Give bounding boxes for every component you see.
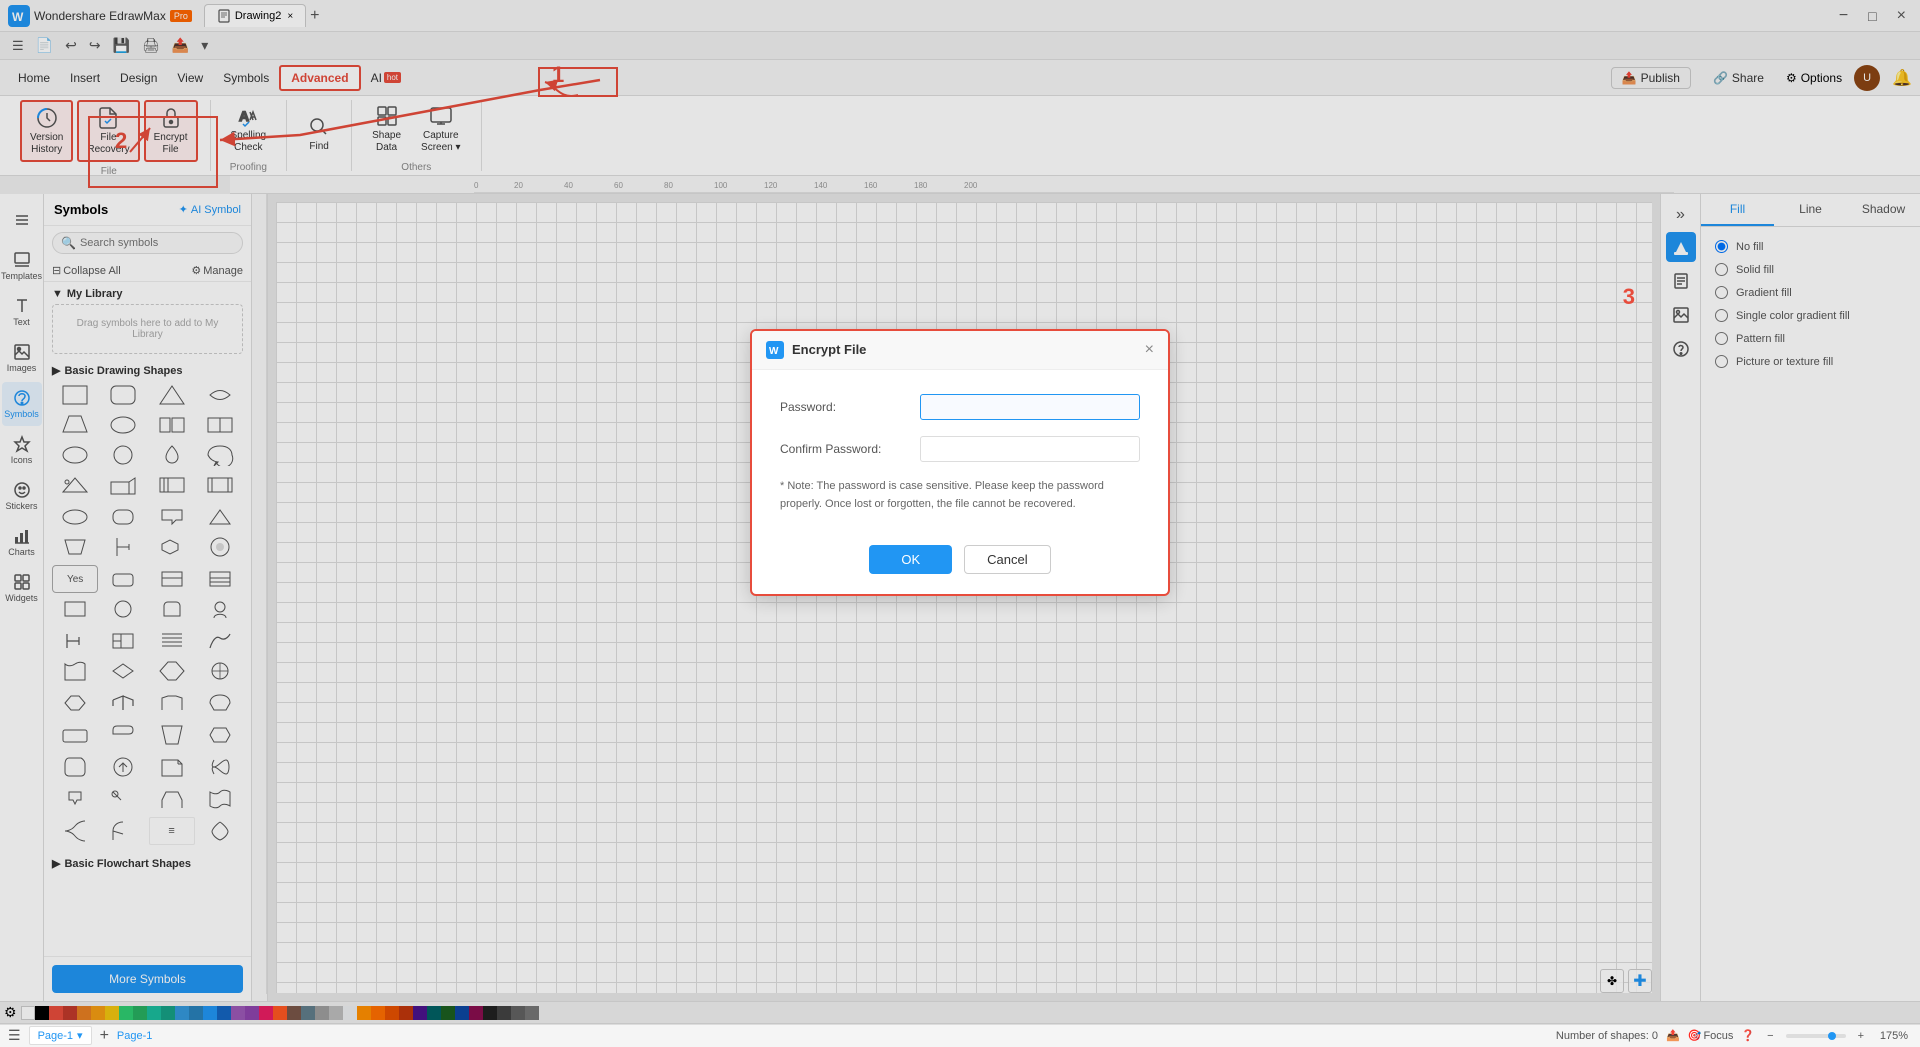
- dialog-overlay[interactable]: W Encrypt File × Password: Confirm Passw…: [0, 0, 1920, 1025]
- page-tab-active[interactable]: Page-1 ▾: [29, 1026, 92, 1045]
- password-input[interactable]: [920, 394, 1140, 420]
- confirm-password-label: Confirm Password:: [780, 442, 920, 456]
- dialog-note: * Note: The password is case sensitive. …: [780, 478, 1140, 513]
- dialog-close-btn[interactable]: ×: [1145, 341, 1154, 359]
- dialog-footer: OK Cancel: [752, 545, 1168, 594]
- page-dropdown-icon: ▾: [77, 1029, 83, 1042]
- toggle-pages-btn[interactable]: ☰: [8, 1027, 21, 1044]
- dialog-icon: W: [766, 341, 784, 359]
- dialog-header: W Encrypt File ×: [752, 331, 1168, 370]
- dialog-title: Encrypt File: [792, 342, 866, 357]
- confirm-password-input[interactable]: [920, 436, 1140, 462]
- zoom-out-btn[interactable]: −: [1763, 1030, 1777, 1042]
- encrypt-file-dialog: W Encrypt File × Password: Confirm Passw…: [750, 329, 1170, 596]
- cancel-btn[interactable]: Cancel: [964, 545, 1050, 574]
- add-page-btn[interactable]: +: [100, 1027, 109, 1045]
- annotation-3: 3: [1623, 284, 1635, 310]
- shapes-count: Number of shapes: 0: [1556, 1030, 1658, 1042]
- focus-label-area[interactable]: 🎯 Focus: [1688, 1029, 1734, 1042]
- ok-btn[interactable]: OK: [869, 545, 952, 574]
- page-label: Page-1: [38, 1030, 73, 1042]
- zoom-in-btn[interactable]: +: [1854, 1030, 1868, 1042]
- password-row: Password:: [780, 394, 1140, 420]
- zoom-level: 175%: [1876, 1030, 1912, 1042]
- confirm-password-row: Confirm Password:: [780, 436, 1140, 462]
- focus-icon: 🎯: [1688, 1029, 1702, 1042]
- dialog-body: Password: Confirm Password: * Note: The …: [752, 370, 1168, 545]
- bottom-bar: ☰ Page-1 ▾ + Page-1 Number of shapes: 0 …: [0, 1023, 1920, 1047]
- export-icon[interactable]: 📤: [1666, 1029, 1680, 1042]
- password-label: Password:: [780, 400, 920, 414]
- focus-label: Focus: [1703, 1030, 1733, 1042]
- page-tab-label: Page-1: [117, 1030, 152, 1042]
- zoom-slider[interactable]: [1786, 1034, 1846, 1038]
- svg-text:W: W: [769, 346, 779, 357]
- help-bottom-icon[interactable]: ❓: [1741, 1029, 1755, 1042]
